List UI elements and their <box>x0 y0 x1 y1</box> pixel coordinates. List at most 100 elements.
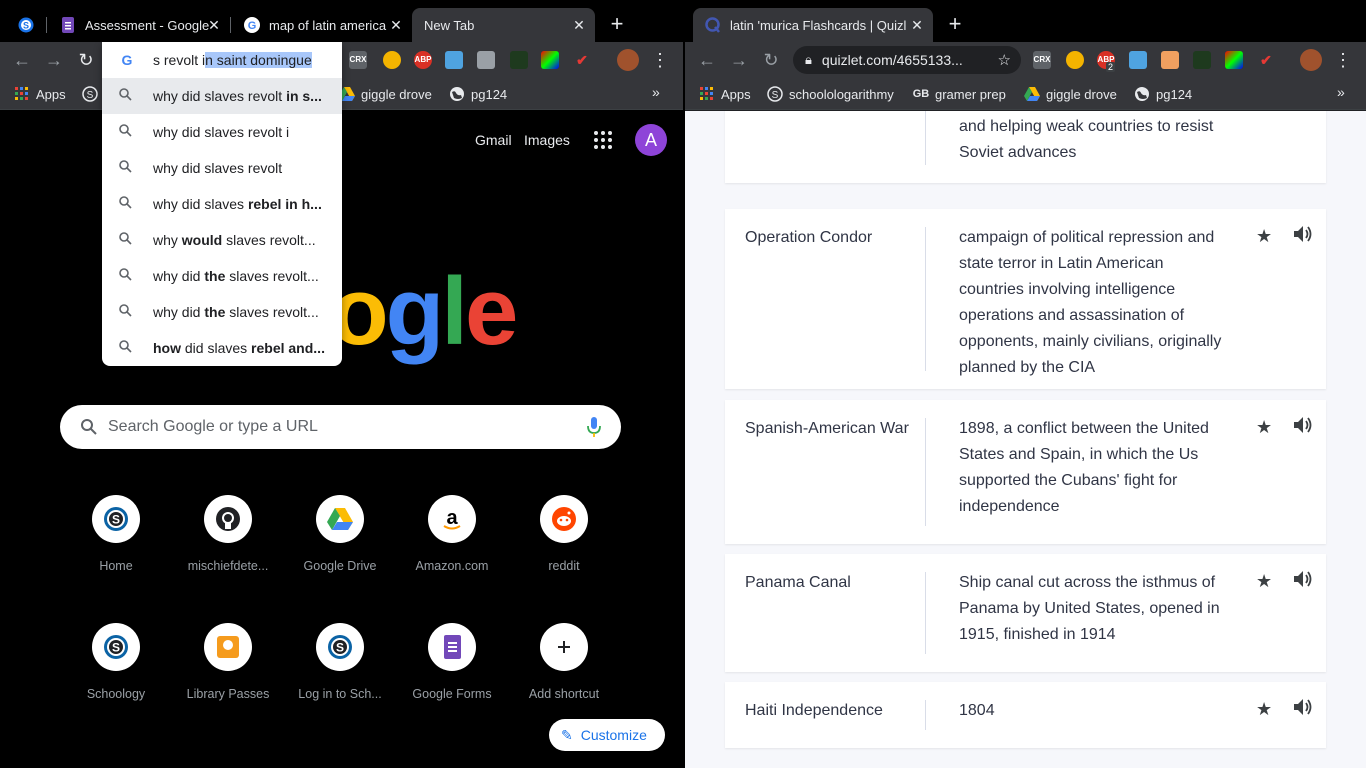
extension-icon[interactable] <box>1129 51 1147 69</box>
svg-text:S: S <box>87 90 94 101</box>
flashcard-row: and helping weak countries to resist Sov… <box>725 111 1326 183</box>
owl-extension-icon[interactable] <box>1066 51 1084 69</box>
close-tab-icon[interactable]: ✕ <box>909 17 925 33</box>
shortcut-tile[interactable]: S Schoology <box>60 623 172 701</box>
suggestion-item[interactable]: why did slaves revolt <box>102 150 342 186</box>
bookmark-apps[interactable]: Apps <box>699 86 751 102</box>
suggestion-item[interactable]: why did slaves revolt i <box>102 114 342 150</box>
bookmark-schoology[interactable]: S <box>82 86 104 102</box>
shortcut-tile[interactable]: Add shortcut <box>508 623 620 701</box>
address-bar[interactable]: 🔒︎ quizlet.com/4655133... ☆ <box>793 46 1021 74</box>
google-icon: G <box>119 52 135 68</box>
svg-text:S: S <box>772 90 779 101</box>
tab-assessment[interactable]: Assessment - Google ✕ <box>48 8 230 42</box>
suggestion-item[interactable]: why would slaves revolt... <box>102 222 342 258</box>
extension-icon[interactable]: ✔ <box>1257 51 1275 69</box>
extension-icon[interactable] <box>445 51 463 69</box>
close-tab-icon[interactable]: ✕ <box>388 17 404 33</box>
star-icon[interactable]: ★ <box>1256 416 1272 438</box>
images-link[interactable]: Images <box>524 132 570 148</box>
shortcut-label: reddit <box>548 559 580 573</box>
microphone-icon[interactable] <box>587 416 601 438</box>
google-apps-icon[interactable] <box>592 129 614 151</box>
bookmark-giggle-drove[interactable]: giggle drove <box>1024 86 1117 102</box>
suggestion-text: why did the slaves revolt... <box>153 304 319 320</box>
new-tab-button[interactable]: + <box>605 13 629 37</box>
flashcard-definition: 1804 <box>959 702 995 719</box>
rainbow-extension-icon[interactable] <box>1225 51 1243 69</box>
profile-avatar[interactable] <box>617 49 639 71</box>
rainbow-extension-icon[interactable] <box>541 51 559 69</box>
lock-icon: 🔒︎ <box>805 52 812 67</box>
extension-icon[interactable] <box>1161 51 1179 69</box>
menu-icon[interactable]: ⋮ <box>648 48 672 72</box>
shortcut-label: Home <box>99 559 133 573</box>
suggestion-item[interactable]: why did slaves rebel in h... <box>102 186 342 222</box>
shortcut-tile[interactable]: Library Passes <box>172 623 284 701</box>
suggestion-item[interactable]: why did the slaves revolt... <box>102 258 342 294</box>
gmail-link[interactable]: Gmail <box>475 132 512 148</box>
audio-speaker-icon[interactable] <box>1292 414 1312 436</box>
owl-extension-icon[interactable] <box>383 51 401 69</box>
menu-icon[interactable]: ⋮ <box>1331 48 1355 72</box>
extension-icon[interactable] <box>1193 51 1211 69</box>
tab-quizlet[interactable]: latin 'murica Flashcards | Quizl ✕ <box>693 8 933 42</box>
shortcut-tile[interactable]: S Home <box>60 495 172 573</box>
tab-map[interactable]: G map of latin america ✕ <box>232 8 412 42</box>
bookmark-star-icon[interactable]: ☆ <box>998 51 1011 69</box>
crx-extension-icon[interactable]: CRX <box>349 51 367 69</box>
bookmark-apps[interactable]: Apps <box>14 86 66 102</box>
back-icon[interactable]: ← <box>10 48 34 72</box>
bookmarks-overflow-icon[interactable]: » <box>1337 84 1345 100</box>
search-icon <box>102 160 153 176</box>
shortcut-tile[interactable]: Google Drive <box>284 495 396 573</box>
star-icon[interactable]: ★ <box>1256 225 1272 247</box>
search-box[interactable]: Search Google or type a URL <box>60 405 621 449</box>
bookmark-schoolologarithmy[interactable]: S schoolologarithmy <box>767 86 894 102</box>
extension-icon[interactable] <box>477 51 495 69</box>
close-tab-icon[interactable]: ✕ <box>206 17 222 33</box>
abp-icon[interactable]: ABP <box>414 51 432 69</box>
suggestion-item[interactable]: why did slaves revolt in s... <box>102 78 342 114</box>
flashcard-row: Haiti Independence 1804 ★ <box>725 682 1326 748</box>
profile-avatar[interactable] <box>1300 49 1322 71</box>
bookmark-giggle-drove[interactable]: giggle drove <box>339 86 432 102</box>
flashcard-definition: Ship canal cut across the isthmus of Pan… <box>959 574 1220 643</box>
close-tab-icon[interactable]: ✕ <box>571 17 587 33</box>
reload-icon[interactable]: ↻ <box>759 48 783 72</box>
shortcut-tile[interactable]: S Log in to Sch... <box>284 623 396 701</box>
reload-icon[interactable]: ↻ <box>74 48 98 72</box>
shortcut-tile[interactable]: reddit <box>508 495 620 573</box>
tab-new-tab[interactable]: New Tab ✕ <box>412 8 595 42</box>
forward-icon[interactable]: → <box>42 48 66 72</box>
account-avatar[interactable]: A <box>635 124 667 156</box>
bookmark-gramer-prep[interactable]: GB gramer prep <box>913 86 1006 102</box>
star-icon[interactable]: ★ <box>1256 570 1272 592</box>
google-logo: ogle <box>330 258 518 365</box>
crx-extension-icon[interactable]: CRX <box>1033 51 1051 69</box>
extension-icon[interactable]: ✔ <box>573 51 591 69</box>
shortcut-tile[interactable]: mischiefdete... <box>172 495 284 573</box>
suggestion-text: why did slaves revolt <box>153 160 283 176</box>
schoology-icon: S <box>92 623 140 671</box>
new-tab-button[interactable]: + <box>943 13 967 37</box>
address-bar[interactable]: G s revolt in saint domingue <box>102 42 342 78</box>
tab-schoology[interactable]: S <box>8 8 42 42</box>
suggestion-text: how did slaves rebel and... <box>153 340 325 356</box>
back-icon[interactable]: ← <box>695 48 719 72</box>
star-icon[interactable]: ★ <box>1256 698 1272 720</box>
bookmarks-overflow-icon[interactable]: » <box>652 84 660 100</box>
shortcut-tile[interactable]: Google Forms <box>396 623 508 701</box>
schoology-icon: S <box>92 495 140 543</box>
audio-speaker-icon[interactable] <box>1292 568 1312 590</box>
suggestion-item[interactable]: why did the slaves revolt... <box>102 294 342 330</box>
customize-button[interactable]: ✎ Customize <box>549 719 665 751</box>
extension-icon[interactable] <box>510 51 528 69</box>
audio-speaker-icon[interactable] <box>1292 696 1312 718</box>
bookmark-pg124[interactable]: pg124 <box>1134 86 1192 102</box>
suggestion-item[interactable]: how did slaves rebel and... <box>102 330 342 366</box>
forward-icon[interactable]: → <box>727 48 751 72</box>
audio-speaker-icon[interactable] <box>1292 223 1312 245</box>
bookmark-pg124[interactable]: pg124 <box>449 86 507 102</box>
shortcut-tile[interactable]: a Amazon.com <box>396 495 508 573</box>
